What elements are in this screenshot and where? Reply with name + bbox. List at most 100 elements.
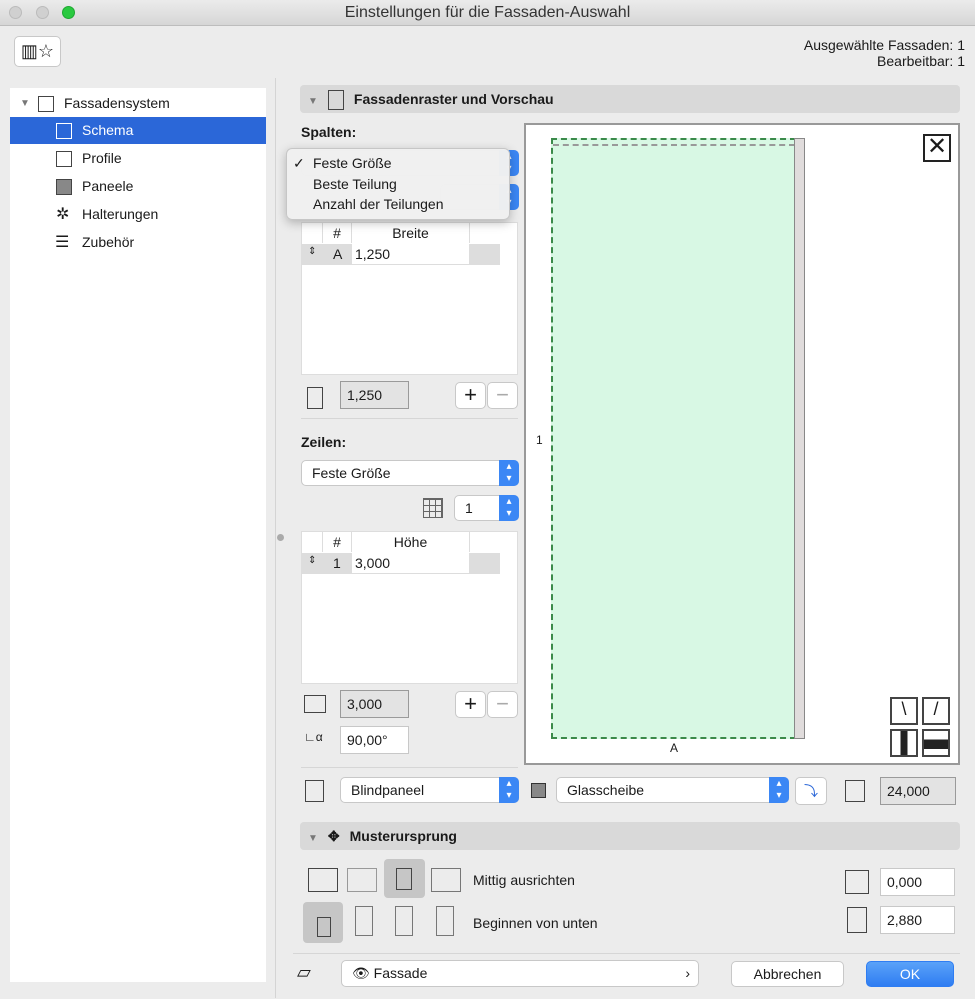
sidebar-item-halterungen[interactable]: ✲ Halterungen	[10, 201, 266, 228]
row-label: 1	[536, 433, 543, 447]
row-id: 1	[333, 555, 341, 571]
sidebar-item-label: Fassadensystem	[64, 95, 170, 111]
column-header-number: #	[322, 223, 352, 243]
separator	[293, 953, 960, 954]
column-width-field[interactable]: 1,250	[340, 381, 409, 409]
sidebar-item-zubehoer[interactable]: ☰ Zubehör	[10, 229, 266, 256]
favorites-icon: ▥☆	[20, 41, 55, 61]
angle-field[interactable]: 90,00°	[340, 726, 409, 754]
facade-panel[interactable]	[551, 138, 796, 739]
section-header-pattern[interactable]: ▼ ✥ Musterursprung	[300, 822, 960, 850]
rows-mode-select[interactable]: Feste Größe ▴ ▾	[301, 460, 519, 486]
table-row[interactable]: ⇕ 1 3,000	[302, 553, 500, 574]
sidebar-item-label: Zubehör	[82, 234, 135, 250]
splitter[interactable]	[275, 78, 285, 998]
rows-count-select[interactable]: 1 ▴ ▾	[454, 495, 519, 521]
total-height-field[interactable]: 24,000	[880, 777, 956, 805]
remove-row-button[interactable]: −	[487, 691, 518, 718]
row-count-icon	[423, 498, 443, 518]
separator	[301, 418, 518, 419]
close-preview-button[interactable]: ✕	[923, 134, 951, 162]
editable-count: Bearbeitbar: 1	[877, 53, 965, 69]
remove-column-button[interactable]: −	[487, 382, 518, 409]
selection-info: Ausgewählte Fassaden: 1 Bearbeitbar: 1	[804, 37, 965, 69]
checkmark-icon: ✓	[293, 155, 305, 171]
minimize-window-button[interactable]	[36, 6, 49, 19]
reorder-handle-icon[interactable]: ⇕	[308, 246, 316, 257]
add-column-button[interactable]: +	[455, 382, 486, 409]
add-row-button[interactable]: +	[455, 691, 486, 718]
swap-panels-button[interactable]: ⤵	[795, 777, 827, 805]
ok-button[interactable]: OK	[866, 961, 954, 987]
favorites-button[interactable]: ▥☆	[14, 36, 61, 67]
rows-table: # Höhe ⇕ 1 3,000	[301, 531, 518, 684]
section-header-grid[interactable]: ▼ Fassadenraster und Vorschau	[300, 85, 960, 113]
sidebar-item-label: Profile	[82, 150, 122, 166]
row-height-cell[interactable]: 3,000	[352, 553, 469, 573]
columns-mode-menu: ✓ Feste Größe Beste Teilung Anzahl der T…	[286, 148, 510, 220]
view-diagonal-left-button[interactable]: \	[890, 697, 918, 725]
section-title: Fassadenraster und Vorschau	[353, 91, 554, 107]
offset-x-field[interactable]: 0,000	[880, 868, 955, 896]
disclosure-triangle-icon[interactable]: ▼	[308, 96, 318, 107]
grid-icon	[38, 96, 54, 112]
row-header-height: Höhe	[352, 532, 470, 552]
angle-icon: ∟α	[304, 730, 323, 744]
row-header-number: #	[322, 532, 352, 552]
disclosure-triangle-icon[interactable]: ▼	[308, 833, 318, 844]
zoom-window-button[interactable]	[62, 6, 75, 19]
glass-panel-value: Glasscheibe	[567, 782, 645, 798]
align-center-button[interactable]	[384, 859, 425, 898]
schema-icon	[56, 123, 72, 139]
offset-y-field[interactable]: 2,880	[880, 906, 955, 934]
start-top-button[interactable]	[436, 906, 454, 936]
center-vertical-button[interactable]	[395, 906, 413, 936]
rows-label: Zeilen:	[301, 434, 347, 450]
disclosure-triangle-icon[interactable]: ▼	[20, 90, 30, 117]
cancel-button[interactable]: Abbrechen	[731, 961, 844, 987]
view-column-button[interactable]	[890, 729, 918, 757]
frame-panel-value: Blindpaneel	[351, 782, 425, 798]
align-left-center-button[interactable]	[347, 868, 377, 892]
align-left-button[interactable]	[308, 868, 338, 892]
separator	[301, 767, 518, 768]
bracket-icon: ✲	[56, 206, 70, 223]
eye-icon: 👁	[352, 965, 370, 981]
start-bottom-button[interactable]	[303, 902, 343, 943]
pattern-origin-icon: ✥	[327, 828, 340, 844]
section-title: Musterursprung	[349, 828, 457, 844]
table-row[interactable]: ⇕ A 1,250	[302, 244, 500, 265]
rows-count-value: 1	[465, 500, 473, 516]
chevron-right-icon: ›	[685, 965, 690, 981]
start-middle-button[interactable]	[355, 906, 373, 936]
menu-item-anzahl-teilungen[interactable]: Anzahl der Teilungen	[313, 196, 444, 212]
glass-panel-select[interactable]: Glasscheibe ▴ ▾	[556, 777, 789, 803]
selected-count: Ausgewählte Fassaden: 1	[803, 37, 965, 53]
top-boundary-line	[553, 144, 795, 146]
sidebar: ▼ Fassadensystem Schema Profile Paneele ✲…	[10, 88, 266, 982]
frame-panel-select[interactable]: Blindpaneel ▴ ▾	[340, 777, 519, 803]
sidebar-item-fassadensystem[interactable]: ▼ Fassadensystem	[10, 90, 266, 117]
reorder-handle-icon[interactable]: ⇕	[308, 555, 316, 566]
column-width-cell[interactable]: 1,250	[352, 244, 469, 264]
view-diagonal-right-button[interactable]: /	[922, 697, 950, 725]
menu-item-beste-teilung[interactable]: Beste Teilung	[313, 176, 397, 192]
sidebar-item-schema[interactable]: Schema	[10, 117, 266, 144]
rows-mode-value: Feste Größe	[312, 465, 391, 481]
menu-item-feste-groesse[interactable]: Feste Größe	[313, 155, 392, 171]
columns-label: Spalten:	[301, 124, 357, 140]
sidebar-item-profile[interactable]: Profile	[10, 145, 266, 172]
view-row-button[interactable]	[922, 729, 950, 757]
align-right-button[interactable]	[431, 868, 461, 892]
accessory-icon: ☰	[55, 234, 70, 251]
layer-selector[interactable]: 👁 Fassade ›	[341, 960, 699, 987]
close-window-button[interactable]	[9, 6, 22, 19]
sidebar-item-paneele[interactable]: Paneele	[10, 173, 266, 200]
row-height-icon	[304, 695, 326, 713]
total-height-icon	[845, 780, 865, 802]
layers-icon: ▱	[297, 962, 311, 982]
profile-icon	[56, 151, 72, 167]
row-id: A	[333, 246, 343, 262]
row-height-field[interactable]: 3,000	[340, 690, 409, 718]
sidebar-item-label: Halterungen	[82, 206, 159, 222]
